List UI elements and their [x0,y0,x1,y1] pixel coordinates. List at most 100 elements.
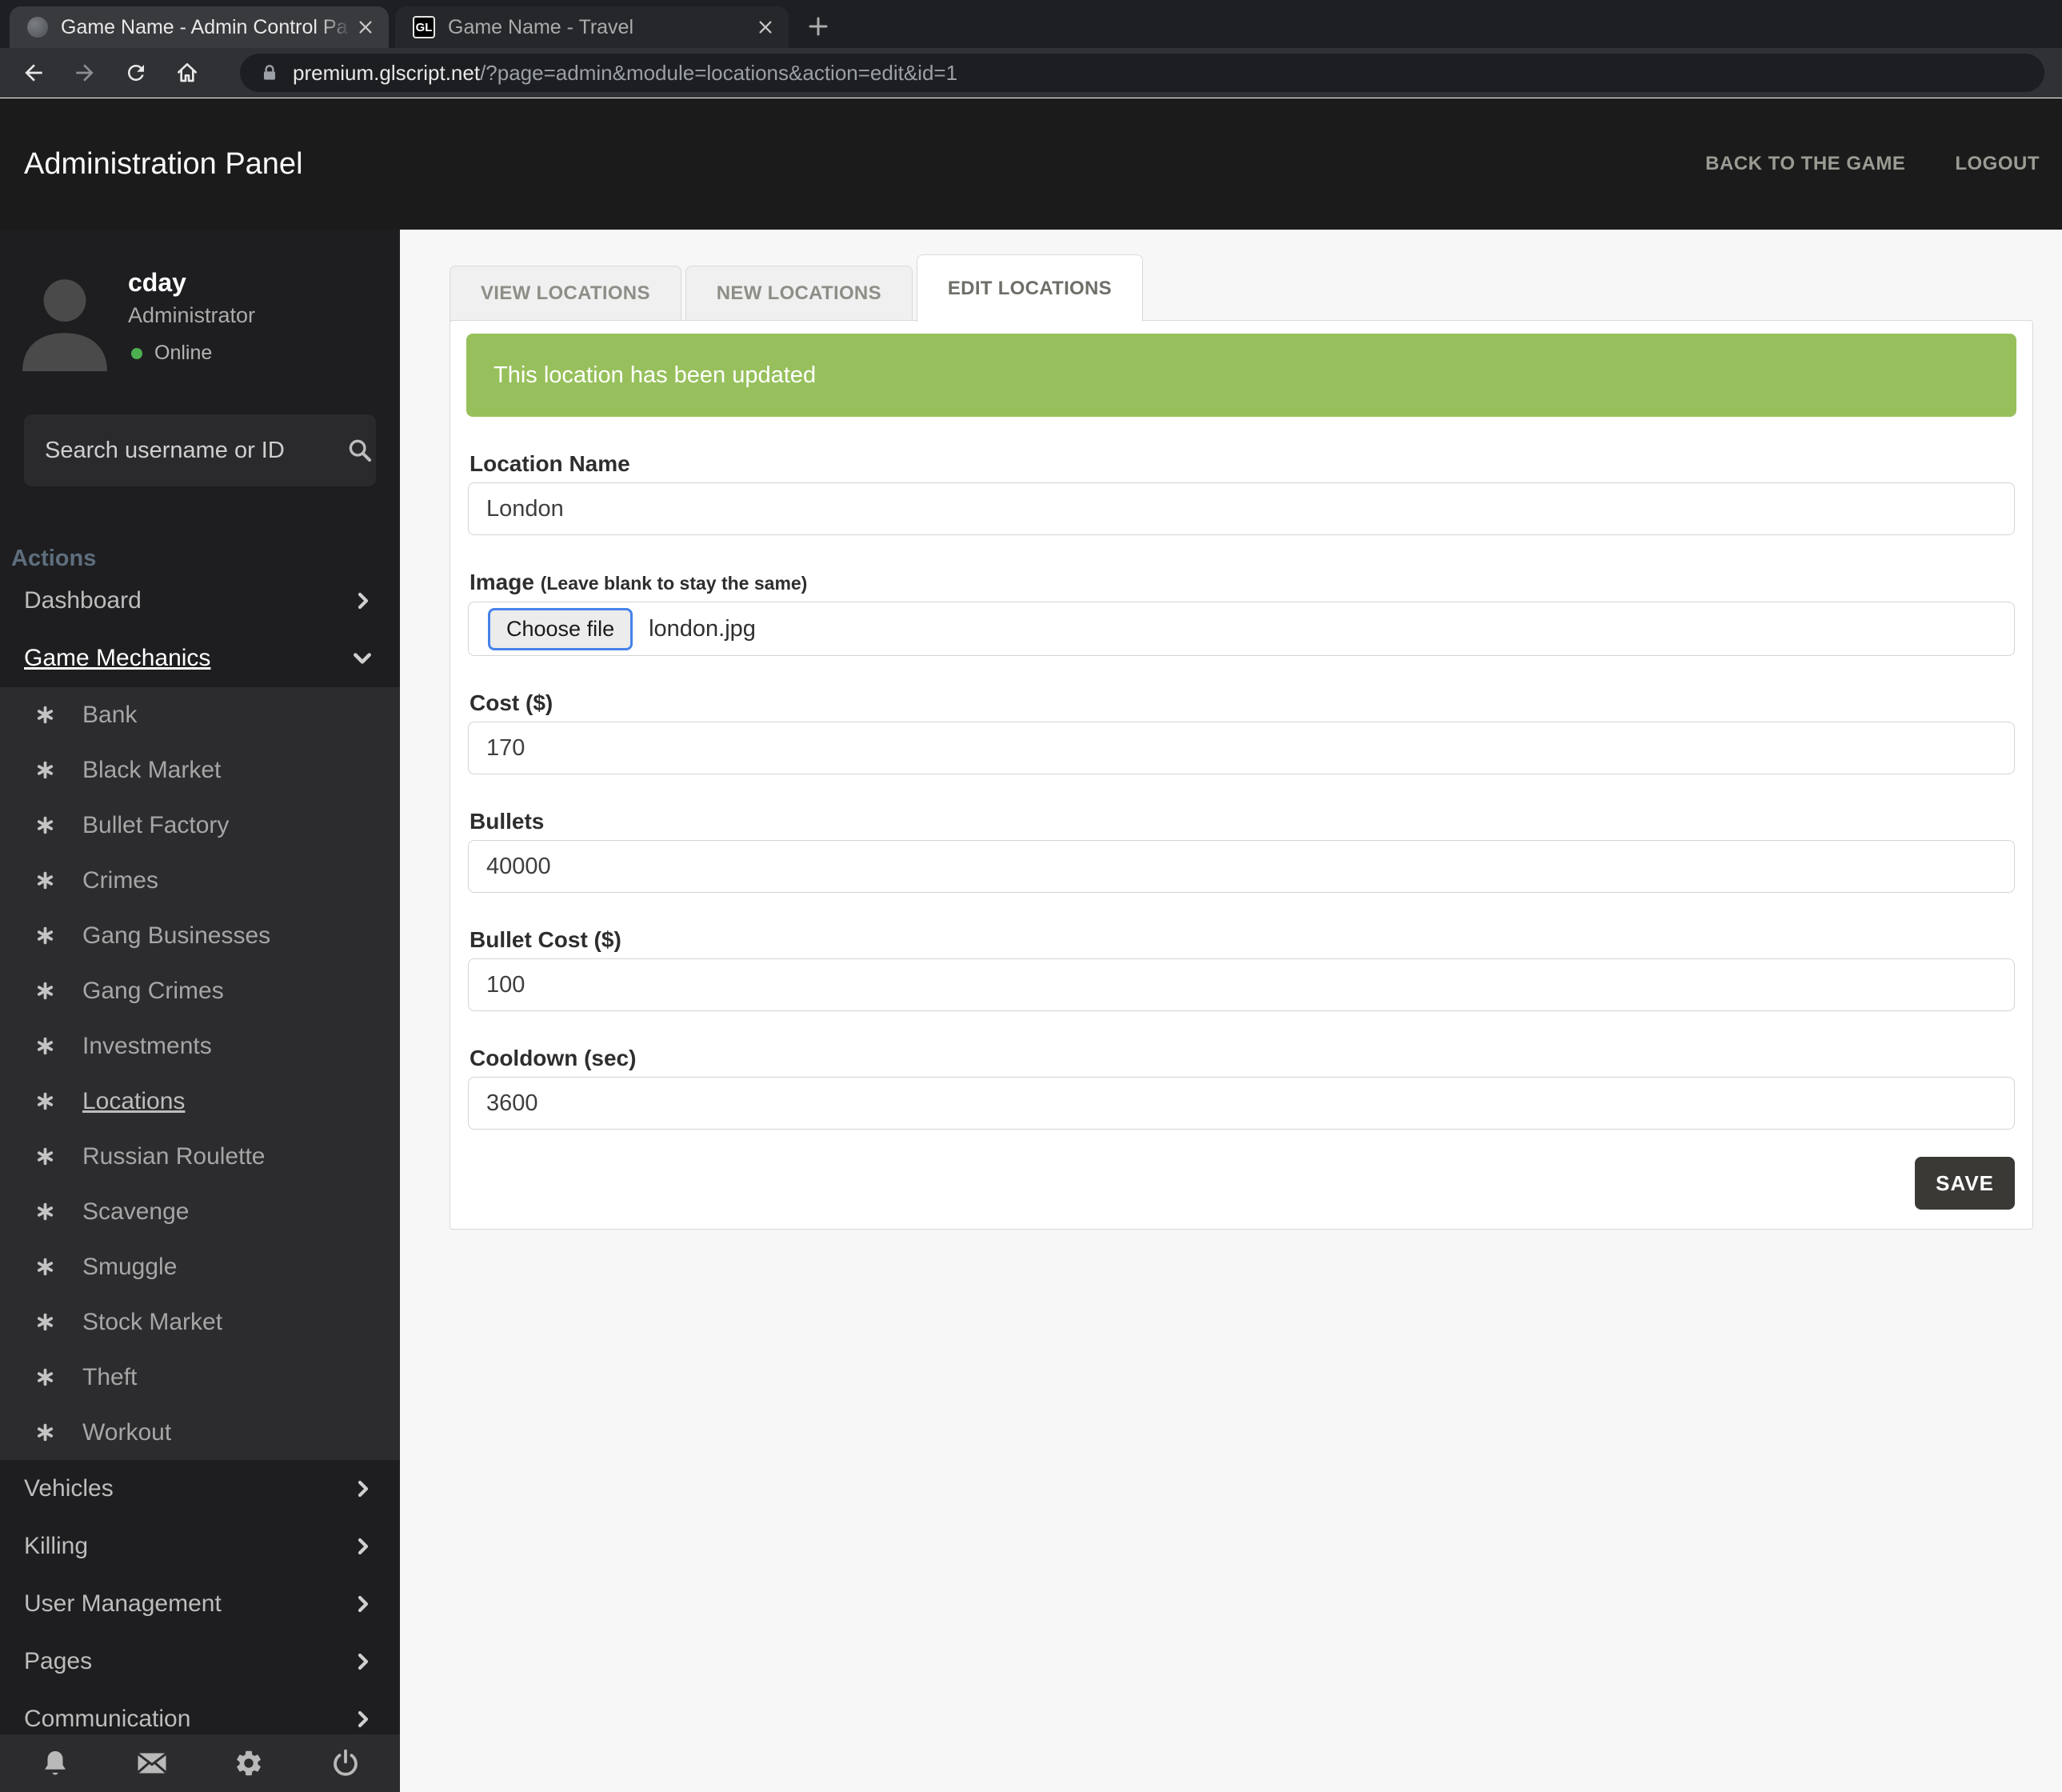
asterisk-icon [35,1257,55,1277]
globe-favicon-icon [27,17,48,38]
page-title: Administration Panel [24,146,303,181]
chevron-right-icon [354,1537,373,1556]
tab-title: Game Name - Admin Control Pa [61,15,348,38]
asterisk-icon [35,926,55,946]
online-status-dot [131,347,142,359]
asterisk-icon [35,1312,55,1332]
sidebar-item-vehicles[interactable]: Vehicles [0,1460,400,1518]
notifications-bell-icon[interactable] [39,1747,71,1779]
sidebar-subitem-bullet-factory[interactable]: Bullet Factory [0,798,400,853]
location-name-label: Location Name [470,451,630,476]
sidebar-subitem-gang-businesses[interactable]: Gang Businesses [0,908,400,963]
sidebar-subitem-gang-crimes[interactable]: Gang Crimes [0,963,400,1018]
bullets-label: Bullets [470,809,545,834]
messages-envelope-icon[interactable] [136,1747,168,1779]
online-status-label: Online [154,342,213,364]
tab-view-locations[interactable]: VIEW LOCATIONS [450,266,681,322]
user-role: Administrator [128,303,256,327]
game-mechanics-submenu: Bank Black Market Bullet Factory Crimes … [0,687,400,1460]
sidebar-item-killing[interactable]: Killing [0,1518,400,1575]
choose-file-button[interactable]: Choose file [488,607,633,650]
new-tab-button[interactable] [801,10,835,43]
sidebar-subitem-smuggle[interactable]: Smuggle [0,1239,400,1294]
chevron-down-icon [352,648,373,669]
browser-tab-strip: Game Name - Admin Control Pa GL Game Nam… [0,0,2062,48]
sidebar-subitem-workout[interactable]: Workout [0,1405,400,1460]
back-icon[interactable] [16,55,51,90]
sidebar-subitem-theft[interactable]: Theft [0,1350,400,1405]
bullets-input[interactable] [468,840,2015,893]
browser-tab-admin-panel[interactable]: Game Name - Admin Control Pa [10,6,389,48]
chevron-right-icon [354,1594,373,1614]
main-content: VIEW LOCATIONS NEW LOCATIONS EDIT LOCATI… [400,230,2062,1792]
asterisk-icon [35,1202,55,1222]
actions-section-label: Actions [11,546,97,571]
gl-logo-favicon-icon: GL [413,16,435,38]
chevron-right-icon [354,1652,373,1671]
sidebar-subitem-bank[interactable]: Bank [0,687,400,742]
tab-new-locations[interactable]: NEW LOCATIONS [685,266,913,322]
browser-tab-travel[interactable]: GL Game Name - Travel [395,6,789,48]
asterisk-icon [35,815,55,835]
url-path: /?page=admin&module=locations&action=edi… [480,60,958,85]
sidebar-subitem-crimes[interactable]: Crimes [0,853,400,908]
sidebar-subitem-locations[interactable]: Locations [0,1074,400,1129]
close-tab-icon[interactable] [352,14,379,41]
username: cday [128,268,186,297]
tab-title: Game Name - Travel [448,15,634,38]
sidebar-subitem-black-market[interactable]: Black Market [0,742,400,798]
edit-location-panel: This location has been updated Location … [450,320,2033,1230]
logout-link[interactable]: LOGOUT [1955,153,2040,175]
save-button[interactable]: SAVE [1915,1157,2015,1210]
search-input[interactable] [45,437,346,464]
asterisk-icon [35,1091,55,1111]
asterisk-icon [35,1422,55,1442]
bullet-cost-label: Bullet Cost ($) [470,927,621,952]
sidebar: cday Administrator Online Actions Dashbo… [0,230,400,1792]
sidebar-subitem-stock-market[interactable]: Stock Market [0,1294,400,1350]
chevron-right-icon [354,591,373,610]
logout-power-icon[interactable] [330,1747,362,1779]
settings-gear-icon[interactable] [233,1747,265,1779]
sidebar-item-pages[interactable]: Pages [0,1633,400,1690]
sidebar-item-user-management[interactable]: User Management [0,1575,400,1633]
lock-icon [259,62,280,83]
tab-edit-locations[interactable]: EDIT LOCATIONS [916,254,1143,322]
sidebar-subitem-investments[interactable]: Investments [0,1018,400,1074]
user-block: cday Administrator Online [0,230,400,378]
address-bar[interactable]: premium.glscript.net/?page=admin&module=… [240,54,2044,92]
asterisk-icon [35,705,55,725]
image-label: Image (Leave blank to stay the same) [470,570,808,594]
browser-toolbar: premium.glscript.net/?page=admin&module=… [0,48,2062,98]
reload-icon[interactable] [118,55,154,90]
sidebar-item-dashboard[interactable]: Dashboard [0,572,400,630]
asterisk-icon [35,1146,55,1166]
admin-header: Administration Panel BACK TO THE GAME LO… [0,98,2062,230]
cost-label: Cost ($) [470,690,553,715]
asterisk-icon [35,760,55,780]
success-alert: This location has been updated [466,334,2016,417]
sidebar-subitem-russian-roulette[interactable]: Russian Roulette [0,1129,400,1184]
image-file-input[interactable]: Choose file london.jpg [468,602,2015,656]
location-name-input[interactable] [468,482,2015,535]
home-icon[interactable] [170,55,205,90]
sidebar-item-game-mechanics[interactable]: Game Mechanics [0,630,400,687]
close-tab-icon[interactable] [752,14,779,41]
asterisk-icon [35,870,55,890]
edit-location-form: Location Name Image (Leave blank to stay… [466,452,2016,1210]
forward-icon[interactable] [67,55,102,90]
sidebar-subitem-scavenge[interactable]: Scavenge [0,1184,400,1239]
chevron-right-icon [354,1479,373,1498]
url-domain: premium.glscript.net [293,60,481,85]
selected-file-name: london.jpg [649,615,756,642]
cooldown-input[interactable] [468,1077,2015,1130]
image-hint: (Leave blank to stay the same) [540,573,808,594]
avatar [13,266,117,371]
asterisk-icon [35,1036,55,1056]
bullet-cost-input[interactable] [468,958,2015,1011]
user-search-box [24,414,376,486]
asterisk-icon [35,981,55,1001]
search-icon[interactable] [346,437,374,464]
back-to-game-link[interactable]: BACK TO THE GAME [1705,153,1905,175]
cost-input[interactable] [468,722,2015,774]
